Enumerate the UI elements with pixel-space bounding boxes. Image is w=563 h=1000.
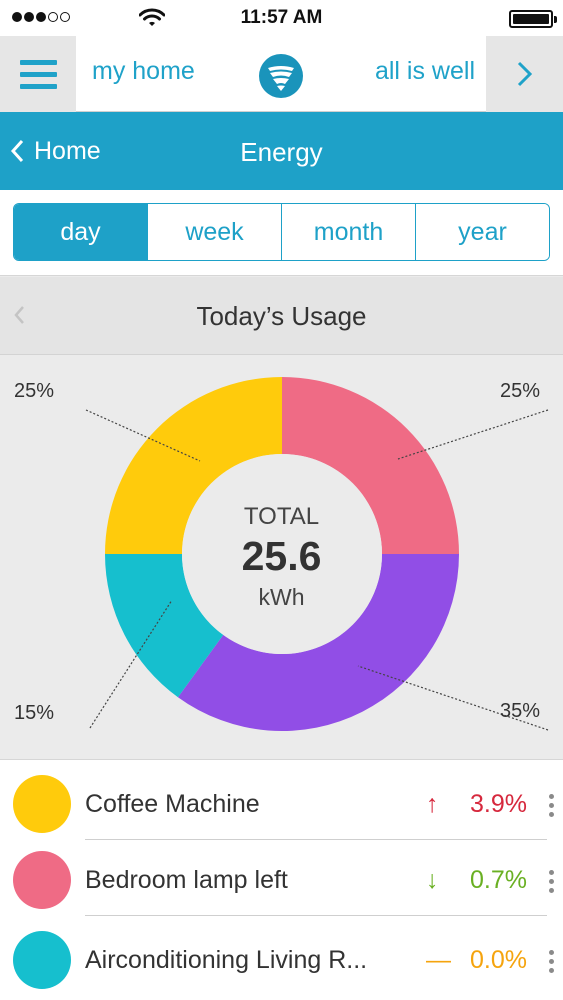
brand-logo-icon <box>259 54 303 98</box>
device-color-swatch <box>13 775 71 833</box>
kebab-menu-icon[interactable] <box>549 870 554 893</box>
page-title: Energy <box>240 137 323 167</box>
device-name: Airconditioning Living R... <box>85 946 368 974</box>
period-tab-week[interactable]: week <box>147 204 281 260</box>
status-time: 11:57 AM <box>240 7 323 28</box>
battery-icon <box>509 10 557 28</box>
period-segmented-control: day week month year <box>13 203 550 261</box>
chevron-right-icon[interactable] <box>486 36 563 112</box>
kebab-menu-icon[interactable] <box>549 794 554 817</box>
period-selector-area: day week month year <box>0 190 563 276</box>
usage-header: Today’s Usage <box>0 277 563 355</box>
list-item[interactable]: Coffee Machine ↑ 3.9% <box>0 764 563 840</box>
period-tab-day[interactable]: day <box>14 204 147 260</box>
arrow-up-icon: ↑ <box>426 790 439 818</box>
list-item[interactable]: Bedroom lamp left ↓ 0.7% <box>0 840 563 916</box>
dash-icon: — <box>426 946 451 974</box>
usage-donut-chart: 25% 25% 15% 35% TOTAL 25.6 kWh <box>0 356 563 758</box>
device-color-swatch <box>13 931 71 989</box>
device-list: Coffee Machine ↑ 3.9% Bedroom lamp left … <box>0 759 563 1000</box>
slice-label: 25% <box>14 380 55 402</box>
usage-change: 0.7% <box>470 866 527 894</box>
navigation-bar: Home Energy <box>0 112 563 190</box>
device-name: Bedroom lamp left <box>85 866 288 894</box>
home-selector[interactable]: my home <box>92 57 195 86</box>
list-item[interactable]: Airconditioning Living R... — 0.0% <box>0 920 563 996</box>
ios-status-bar: 11:57 AM <box>0 0 563 36</box>
device-color-swatch <box>13 851 71 909</box>
usage-change: 0.0% <box>470 946 527 974</box>
app-header: my home all is well <box>0 36 563 112</box>
slice-label: 25% <box>500 380 541 402</box>
total-unit: kWh <box>258 584 305 610</box>
slice-label: 35% <box>500 700 541 722</box>
usage-change: 3.9% <box>470 790 527 818</box>
device-name: Coffee Machine <box>85 790 260 818</box>
total-label: TOTAL <box>243 503 320 530</box>
arrow-down-icon: ↓ <box>426 866 439 894</box>
kebab-menu-icon[interactable] <box>549 950 554 973</box>
period-tab-month[interactable]: month <box>281 204 415 260</box>
usage-title: Today’s Usage <box>196 301 367 331</box>
slice-label: 15% <box>14 702 55 724</box>
system-status-message[interactable]: all is well <box>375 57 475 86</box>
hamburger-menu-icon[interactable] <box>0 36 76 112</box>
total-value: 25.6 <box>241 533 322 579</box>
period-tab-year[interactable]: year <box>415 204 549 260</box>
